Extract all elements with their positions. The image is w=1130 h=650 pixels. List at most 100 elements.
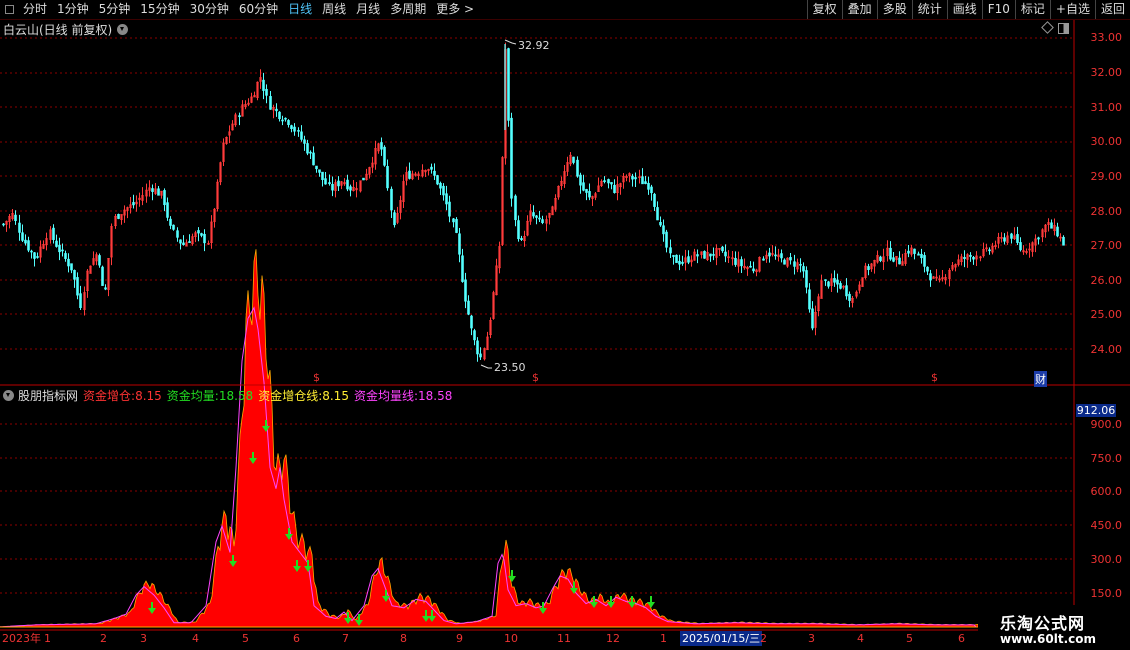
candle bbox=[166, 197, 169, 221]
split-pane-icon[interactable] bbox=[1058, 23, 1069, 34]
candle bbox=[501, 156, 504, 246]
candle bbox=[439, 181, 442, 195]
chart-top-right-icons bbox=[1041, 21, 1069, 34]
candle-body bbox=[318, 169, 321, 173]
candle bbox=[743, 258, 746, 270]
candle-body bbox=[703, 251, 706, 259]
candle bbox=[1034, 234, 1037, 253]
candle bbox=[312, 146, 315, 166]
indicator-tick: 300.0 bbox=[1090, 553, 1123, 566]
candle-body bbox=[337, 180, 340, 187]
candle bbox=[160, 190, 163, 199]
ind-label-zjzc: 资金增仓: bbox=[83, 389, 136, 403]
date-tick: 7 bbox=[342, 632, 349, 645]
financial-report-marker[interactable]: 财 bbox=[1034, 371, 1047, 387]
candle-body bbox=[188, 241, 191, 243]
diamond-icon[interactable] bbox=[1041, 21, 1054, 34]
candle bbox=[545, 215, 548, 232]
candle bbox=[110, 223, 113, 266]
candle bbox=[104, 284, 107, 291]
selected-date: 2025/01/15/三 bbox=[680, 631, 763, 646]
candle-body bbox=[913, 248, 916, 254]
candle bbox=[340, 180, 343, 190]
price-tick: 28.00 bbox=[1090, 205, 1123, 218]
candle-body bbox=[262, 79, 265, 91]
candle bbox=[265, 84, 268, 104]
candle-body bbox=[64, 253, 67, 259]
candle bbox=[2, 222, 5, 227]
candle bbox=[805, 266, 808, 294]
candle bbox=[141, 187, 144, 206]
candle-body bbox=[362, 177, 365, 181]
date-axis: 2023年 1 2 3 4 5 6 7 8 9 10 11 12 1 2025/… bbox=[0, 631, 978, 650]
candle bbox=[18, 214, 21, 241]
candle bbox=[39, 240, 42, 263]
chart-canvas[interactable] bbox=[0, 0, 1130, 650]
candle-body bbox=[309, 151, 312, 154]
event-marker[interactable]: $ bbox=[313, 371, 320, 384]
candle-body bbox=[315, 165, 318, 170]
candle bbox=[644, 175, 647, 185]
candle-body bbox=[762, 258, 765, 261]
candle bbox=[771, 245, 774, 257]
candle bbox=[67, 253, 70, 273]
candle bbox=[1041, 228, 1044, 243]
candle bbox=[157, 186, 160, 196]
candle bbox=[27, 236, 30, 253]
candle-body bbox=[613, 184, 616, 193]
candle bbox=[359, 180, 362, 193]
candle bbox=[752, 261, 755, 274]
event-marker[interactable]: $ bbox=[532, 371, 539, 384]
candle bbox=[278, 111, 281, 122]
price-tick: 25.00 bbox=[1090, 308, 1123, 321]
dropdown-circle-icon[interactable] bbox=[117, 24, 129, 35]
candle-body bbox=[681, 261, 684, 264]
date-tick: 9 bbox=[456, 632, 463, 645]
candle bbox=[610, 182, 613, 190]
candle bbox=[895, 256, 898, 267]
candle-body bbox=[665, 231, 668, 248]
candle bbox=[709, 253, 712, 262]
candle-body bbox=[70, 263, 73, 271]
candle bbox=[197, 227, 200, 242]
candle bbox=[765, 250, 768, 263]
candle bbox=[58, 237, 61, 261]
candle-body bbox=[712, 254, 715, 256]
candle bbox=[98, 253, 101, 268]
candle-body bbox=[24, 239, 27, 244]
candle-body bbox=[972, 257, 975, 260]
candle-body bbox=[793, 261, 796, 267]
date-tick: 3 bbox=[140, 632, 147, 645]
candle bbox=[445, 185, 448, 211]
watermark-title: 乐淘公式网 bbox=[1000, 614, 1086, 633]
candle bbox=[135, 195, 138, 212]
candle-body bbox=[452, 218, 455, 223]
candle-body bbox=[455, 219, 458, 233]
candle bbox=[625, 174, 628, 182]
event-marker[interactable]: $ bbox=[931, 371, 938, 384]
candle bbox=[1053, 218, 1056, 236]
indicator-area bbox=[0, 249, 979, 628]
candle-body bbox=[845, 285, 848, 297]
candle bbox=[290, 124, 293, 133]
candle bbox=[297, 127, 300, 137]
candle-body bbox=[328, 182, 331, 185]
ind-value-zjzc: 8.15 bbox=[135, 388, 162, 403]
candle bbox=[517, 215, 520, 242]
candle-body bbox=[709, 253, 712, 257]
candle bbox=[762, 256, 765, 261]
indicator-name[interactable]: 股朋指标网 bbox=[18, 387, 78, 404]
candle bbox=[563, 164, 566, 188]
candle bbox=[690, 255, 693, 267]
candle-body bbox=[238, 115, 241, 118]
candle bbox=[427, 168, 430, 176]
candle bbox=[932, 276, 935, 279]
candle-body bbox=[383, 146, 386, 166]
indicator-menu-icon[interactable] bbox=[3, 390, 14, 401]
candle bbox=[948, 268, 951, 287]
candle bbox=[861, 277, 864, 287]
candle-body bbox=[647, 182, 650, 190]
candle bbox=[390, 186, 393, 218]
candle bbox=[703, 250, 706, 259]
candle-body bbox=[1037, 237, 1040, 240]
